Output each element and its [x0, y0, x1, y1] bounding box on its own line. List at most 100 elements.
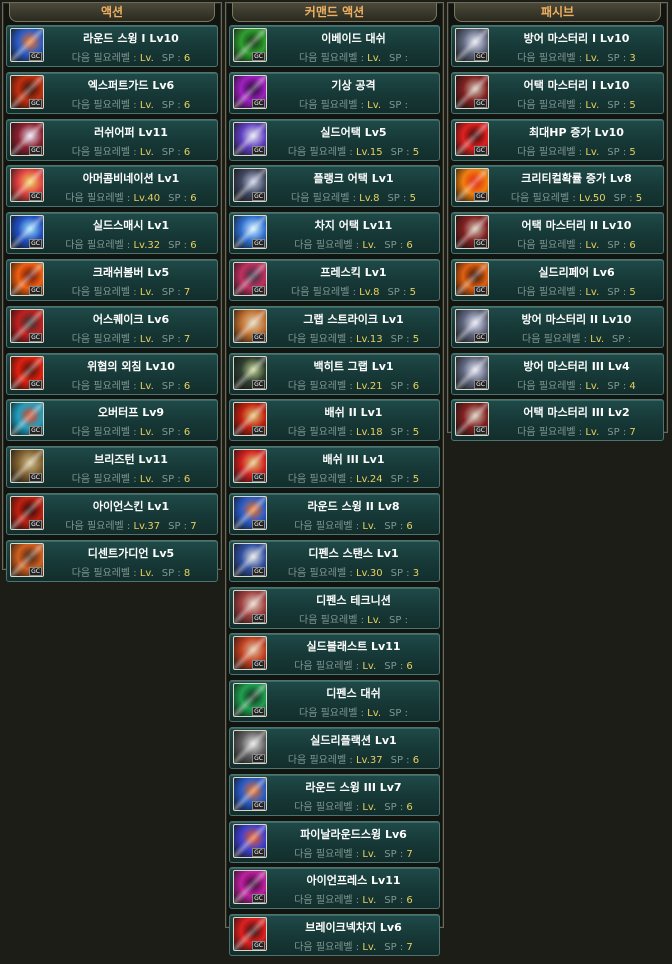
- skill-row[interactable]: GC 위협의 외침 Lv10 다음 필요레벨 : Lv. SP : 6: [6, 352, 218, 395]
- skill-row[interactable]: GC 백히트 그랩 Lv1 다음 필요레벨 : Lv.21 SP : 6: [229, 352, 440, 395]
- max-hp-icon[interactable]: GC: [455, 121, 489, 156]
- bash-2-icon[interactable]: GC: [233, 402, 267, 437]
- press-kick-icon[interactable]: GC: [233, 261, 267, 296]
- skill-row[interactable]: GC 차지 어택 Lv11 다음 필요레벨 : Lv. SP : 6: [229, 212, 440, 255]
- skill-row[interactable]: GC 엑스퍼트가드 Lv6 다음 필요레벨 : Lv. SP : 6: [6, 71, 218, 114]
- evade-dash-icon[interactable]: GC: [233, 28, 267, 62]
- skill-row[interactable]: GC 최대HP 증가 Lv10 다음 필요레벨 : Lv. SP : 5: [451, 118, 664, 161]
- skill-row[interactable]: GC 파이날라운드스윙 Lv6 다음 필요레벨 : Lv. SP : 7: [229, 820, 440, 863]
- shield-repair-icon[interactable]: GC: [455, 261, 489, 296]
- skill-row[interactable]: GC 크래쉬봄버 Lv5 다음 필요레벨 : Lv. SP : 7: [6, 258, 218, 301]
- skill-row[interactable]: GC 크리티컬확률 증가 Lv8 다음 필요레벨 : Lv.50 SP : 5: [451, 165, 664, 208]
- skill-row[interactable]: GC 프레스킥 Lv1 다음 필요레벨 : Lv.8 SP : 5: [229, 258, 440, 301]
- skill-row[interactable]: GC 어택 마스터리 II Lv10 다음 필요레벨 : Lv. SP : 6: [451, 212, 664, 255]
- defense-dash-icon[interactable]: GC: [233, 683, 267, 718]
- sp-value: 5: [412, 146, 420, 158]
- skill-row[interactable]: GC 어택 마스터리 I Lv10 다음 필요레벨 : Lv. SP : 5: [451, 71, 664, 114]
- shield-attack-icon[interactable]: GC: [233, 121, 267, 156]
- skill-row[interactable]: GC 라운드 스윙 III Lv7 다음 필요레벨 : Lv. SP : 6: [229, 773, 440, 816]
- charge-attack-icon[interactable]: GC: [233, 215, 267, 250]
- skill-row[interactable]: GC 아머콤비네이션 Lv1 다음 필요레벨 : Lv.40 SP : 6: [6, 165, 218, 208]
- attack-mastery-3-icon[interactable]: GC: [455, 402, 489, 437]
- gc-badge: GC: [252, 894, 265, 904]
- skill-name: 아머콤비네이션 Lv1: [82, 172, 180, 186]
- skill-row[interactable]: GC 실드블래스트 Lv11 다음 필요레벨 : Lv. SP : 6: [229, 633, 440, 676]
- defense-technician-icon[interactable]: GC: [233, 589, 267, 624]
- attack-mastery-1-icon[interactable]: GC: [455, 74, 489, 109]
- defense-mastery-1-icon[interactable]: GC: [455, 28, 489, 62]
- uppercut-icon[interactable]: GC: [10, 121, 44, 156]
- sp-label: SP :: [607, 286, 627, 298]
- iron-skin-icon[interactable]: GC: [10, 495, 44, 530]
- armor-combo-icon[interactable]: GC: [10, 168, 44, 203]
- skill-name: 방어 마스터리 I Lv10: [523, 32, 630, 45]
- skill-row[interactable]: GC 디펜스 대쉬 다음 필요레벨 : Lv. SP :: [229, 680, 440, 723]
- skill-row[interactable]: GC 라운드 스윙 I Lv10 다음 필요레벨 : Lv. SP : 6: [6, 25, 218, 67]
- level-prefix: Lv.: [355, 146, 370, 158]
- bash-3-icon[interactable]: GC: [233, 449, 267, 484]
- skill-name: 배쉬 III Lv1: [322, 453, 385, 467]
- decent-guardian-icon[interactable]: GC: [10, 542, 44, 577]
- skill-row[interactable]: GC 라운드 스윙 II Lv8 다음 필요레벨 : Lv. SP : 6: [229, 492, 440, 535]
- skill-row[interactable]: GC 방어 마스터리 III Lv4 다음 필요레벨 : Lv. SP : 4: [451, 352, 664, 395]
- skill-requirement: 다음 필요레벨 : Lv. SP :: [272, 704, 435, 719]
- sp-value: 3: [629, 53, 636, 64]
- sword-swing-icon[interactable]: GC: [10, 28, 44, 62]
- skill-row[interactable]: GC 방어 마스터리 I Lv10 다음 필요레벨 : Lv. SP : 3: [451, 25, 664, 67]
- crash-bomber-icon[interactable]: GC: [10, 261, 44, 296]
- breakneck-charge-icon[interactable]: GC: [233, 917, 267, 952]
- sp-value: 6: [183, 427, 191, 439]
- flank-attack-icon[interactable]: GC: [233, 168, 267, 203]
- breeze-turn-icon[interactable]: GC: [10, 449, 44, 484]
- war-cry-icon[interactable]: GC: [10, 355, 44, 390]
- skill-row[interactable]: GC 기상 공격 다음 필요레벨 : Lv. SP :: [229, 71, 440, 114]
- skill-row[interactable]: GC 배쉬 II Lv1 다음 필요레벨 : Lv.18 SP : 5: [229, 399, 440, 442]
- skill-row[interactable]: GC 실드스매시 Lv1 다음 필요레벨 : Lv.32 SP : 6: [6, 212, 218, 255]
- skill-row[interactable]: GC 실드리페어 Lv6 다음 필요레벨 : Lv. SP : 5: [451, 258, 664, 301]
- skill-row[interactable]: GC 그랩 스트라이크 Lv1 다음 필요레벨 : Lv.13 SP : 5: [229, 305, 440, 348]
- skill-row[interactable]: GC 브리즈턴 Lv11 다음 필요레벨 : Lv. SP : 6: [6, 446, 218, 489]
- skill-row[interactable]: GC 브레이크넥차지 Lv6 다음 필요레벨 : Lv. SP : 7: [229, 914, 440, 957]
- attack-mastery-2-icon[interactable]: GC: [455, 215, 489, 250]
- skill-row[interactable]: GC 러쉬어퍼 Lv11 다음 필요레벨 : Lv. SP : 6: [6, 118, 218, 161]
- required-level-label: 다음 필요레벨 :: [299, 708, 364, 720]
- wake-attack-icon[interactable]: GC: [233, 74, 267, 109]
- critical-rate-icon[interactable]: GC: [455, 168, 489, 203]
- gc-badge: GC: [252, 332, 265, 342]
- iron-press-icon[interactable]: GC: [233, 870, 267, 905]
- shield-reflection-icon[interactable]: GC: [233, 729, 267, 764]
- skill-name: 실드리페어 Lv6: [538, 265, 615, 279]
- skill-requirement: 다음 필요레벨 : Lv.40 SP : 6: [49, 189, 213, 204]
- back-hit-grab-icon[interactable]: GC: [233, 355, 267, 390]
- final-round-swing-icon[interactable]: GC: [233, 823, 267, 858]
- shield-blast-icon[interactable]: GC: [233, 636, 267, 671]
- gc-badge: GC: [474, 192, 487, 202]
- skill-row[interactable]: GC 실드리플랙션 Lv1 다음 필요레벨 : Lv.37 SP : 6: [229, 726, 440, 769]
- skill-row[interactable]: GC 배쉬 III Lv1 다음 필요레벨 : Lv.24 SP : 5: [229, 446, 440, 489]
- defense-mastery-3-icon[interactable]: GC: [455, 355, 489, 390]
- overtough-icon[interactable]: GC: [10, 402, 44, 437]
- skill-row[interactable]: GC 아이언스킨 Lv1 다음 필요레벨 : Lv.37 SP : 7: [6, 492, 218, 535]
- skill-row[interactable]: GC 디센트가디언 Lv5 다음 필요레벨 : Lv. SP : 8: [6, 539, 218, 582]
- skill-row[interactable]: GC 디펜스 스탠스 Lv1 다음 필요레벨 : Lv.30 SP : 3: [229, 539, 440, 582]
- guard-icon[interactable]: GC: [10, 74, 44, 109]
- skill-row[interactable]: GC 오버터프 Lv9 다음 필요레벨 : Lv. SP : 6: [6, 399, 218, 442]
- shield-smash-icon[interactable]: GC: [10, 215, 44, 250]
- earthquake-icon[interactable]: GC: [10, 308, 44, 343]
- grab-strike-icon[interactable]: GC: [233, 308, 267, 343]
- skill-row[interactable]: GC 실드어택 Lv5 다음 필요레벨 : Lv.15 SP : 5: [229, 118, 440, 161]
- skill-row[interactable]: GC 이베이드 대쉬 다음 필요레벨 : Lv. SP :: [229, 25, 440, 67]
- round-swing-3-icon[interactable]: GC: [233, 776, 267, 811]
- round-swing-2-icon[interactable]: GC: [233, 495, 267, 530]
- skill-row[interactable]: GC 아이언프레스 Lv11 다음 필요레벨 : Lv. SP : 6: [229, 867, 440, 910]
- skill-name: 어스퀘이크 Lv6: [92, 312, 170, 326]
- skill-row[interactable]: GC 디펜스 테크니션 다음 필요레벨 : Lv. SP :: [229, 586, 440, 629]
- gc-badge: GC: [29, 379, 42, 389]
- skill-row[interactable]: GC 방어 마스터리 II Lv10 다음 필요레벨 : Lv. SP :: [451, 305, 664, 348]
- skill-row[interactable]: GC 어택 마스터리 III Lv2 다음 필요레벨 : Lv. SP : 7: [451, 399, 664, 442]
- defense-mastery-2-icon[interactable]: GC: [455, 308, 489, 343]
- skill-row[interactable]: GC 플랭크 어택 Lv1 다음 필요레벨 : Lv.8 SP : 5: [229, 165, 440, 208]
- defense-stance-icon[interactable]: GC: [233, 542, 267, 577]
- skill-row[interactable]: GC 어스퀘이크 Lv6 다음 필요레벨 : Lv. SP : 7: [6, 305, 218, 348]
- required-level-label: 다음 필요레벨 :: [517, 380, 583, 392]
